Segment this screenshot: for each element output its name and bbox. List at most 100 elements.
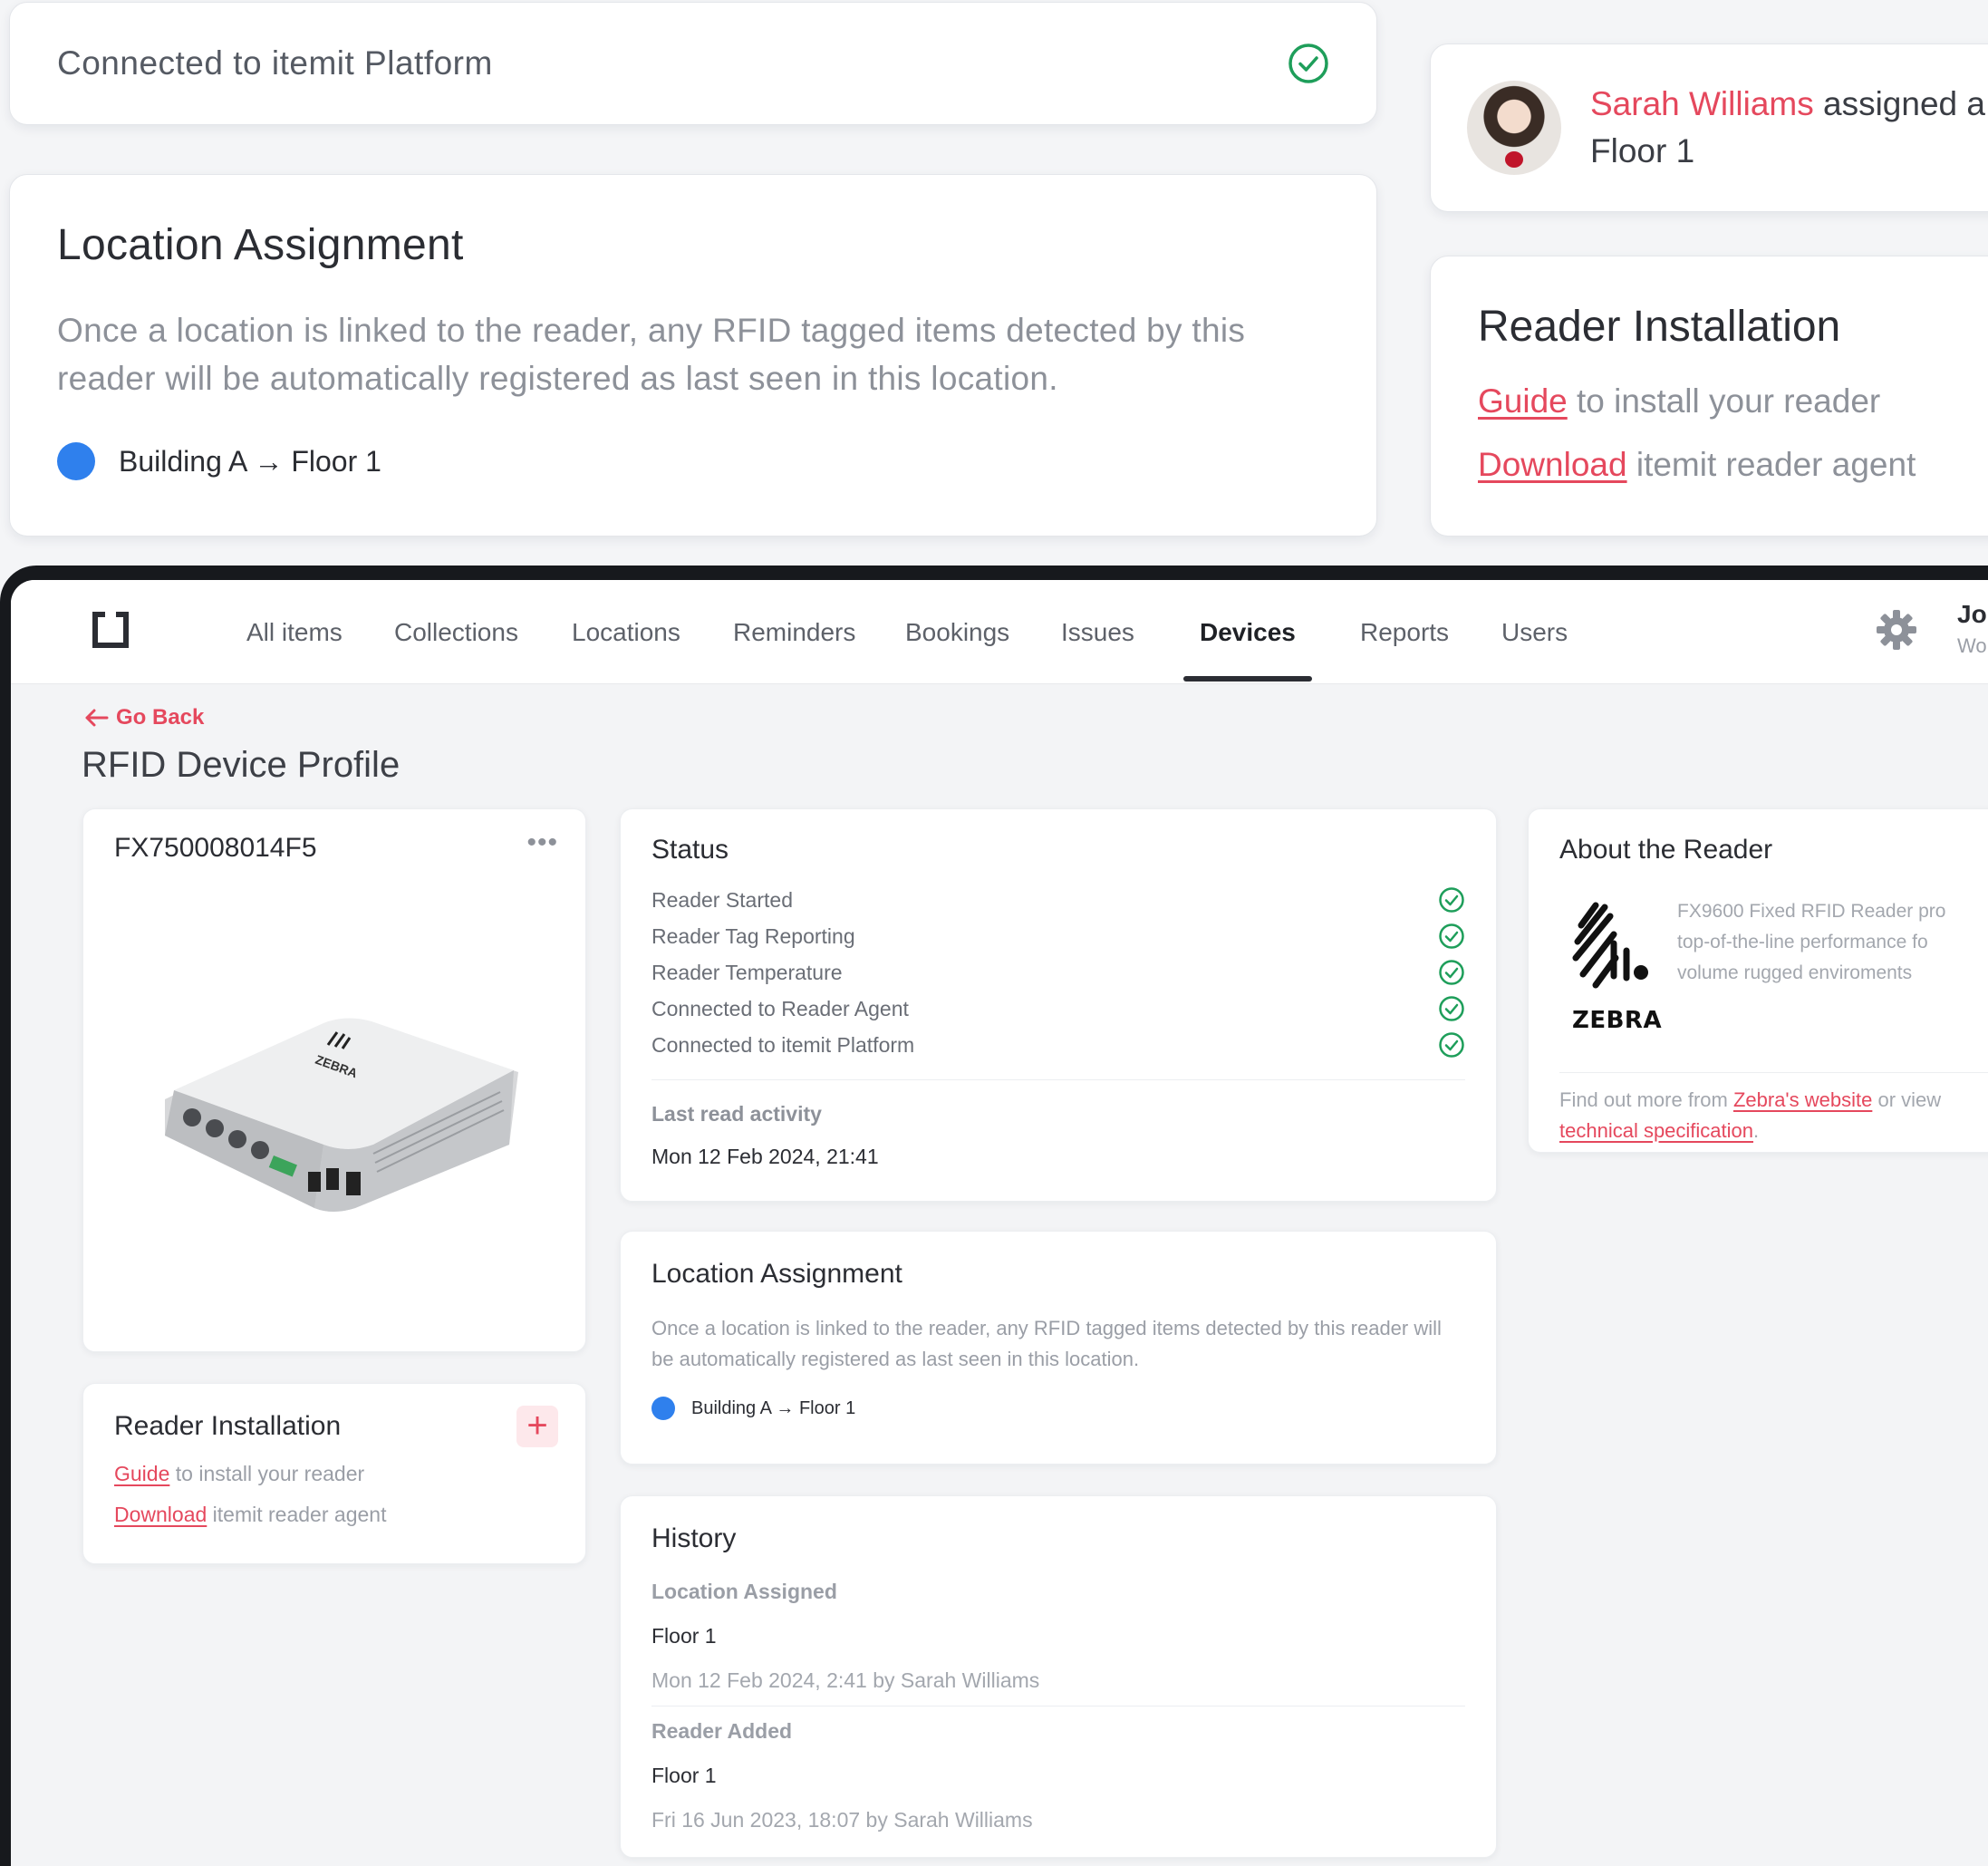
go-back-link[interactable]: Go Back (83, 705, 204, 730)
location-path[interactable]: Building A → Floor 1 (651, 1397, 1465, 1420)
assignment-location: Floor 1 (1590, 132, 1695, 169)
go-back-label: Go Back (116, 705, 205, 730)
rfid-reader-image: ZEBRA (165, 1018, 518, 1212)
zebra-logo-icon (1572, 902, 1648, 989)
about-desc-line: FX9600 Fixed RFID Reader pro (1677, 901, 1946, 922)
about-more-info: Find out more from Zebra's website or vi… (1559, 1085, 1941, 1146)
about-title: About the Reader (1559, 835, 1773, 865)
nav-locations[interactable]: Locations (572, 618, 680, 647)
status-label: Reader Started (651, 887, 793, 912)
check-circle-icon (1439, 923, 1464, 949)
status-card: Status Reader Started Reader Tag Reportin… (620, 808, 1497, 1202)
history-entry-meta: Mon 12 Feb 2024, 2:41 by Sarah Williams (651, 1668, 1040, 1692)
history-title: History (651, 1523, 737, 1553)
zebra-website-link[interactable]: Zebra's website (1733, 1088, 1872, 1111)
status-label: Connected to itemit Platform (651, 1032, 915, 1057)
reader-installation-card-large: Reader Installation Guide to install you… (1430, 256, 1988, 537)
divider (651, 1079, 1465, 1080)
more-prefix: Find out more from (1559, 1088, 1733, 1111)
guide-text: to install your reader (1567, 382, 1881, 420)
connected-platform-text: Connected to itemit Platform (57, 44, 493, 82)
last-read-label: Last read activity (651, 1102, 822, 1126)
history-card: History Location Assigned Floor 1 Mon 12… (620, 1495, 1497, 1858)
nav-reminders[interactable]: Reminders (733, 618, 855, 647)
active-tab-indicator (1183, 676, 1312, 682)
about-desc-line: top-of-the-line performance fo (1677, 932, 1928, 952)
assigner-name[interactable]: Sarah Williams (1590, 85, 1814, 122)
more-icon[interactable]: ••• (526, 827, 558, 858)
location-path-text: Building A → Floor 1 (691, 1397, 856, 1418)
guide-link[interactable]: Guide (114, 1462, 169, 1485)
location-assignment-description: Once a location is linked to the reader,… (57, 312, 1246, 397)
nav-devices[interactable]: Devices (1200, 618, 1296, 647)
status-title: Status (651, 835, 729, 865)
check-circle-icon (1439, 1032, 1464, 1058)
location-assignment-description: Once a location is linked to the reader,… (651, 1317, 1442, 1370)
zebra-brand: ZEBRA (1572, 1007, 1663, 1034)
status-label: Reader Tag Reporting (651, 923, 855, 948)
status-row: Reader Tag Reporting (651, 918, 1465, 954)
more-suffix: . (1753, 1119, 1760, 1142)
location-path[interactable]: Building A → Floor 1 (57, 442, 1329, 480)
history-entry-value: Floor 1 (651, 1764, 717, 1787)
download-link[interactable]: Download (114, 1503, 207, 1526)
guide-link[interactable]: Guide (1478, 382, 1568, 420)
history-entry: Location Assigned Floor 1 Mon 12 Feb 202… (651, 1580, 1465, 1693)
status-row: Reader Started (651, 882, 1465, 918)
device-id: FX750008014F5 (114, 833, 317, 863)
divider (1559, 1072, 1988, 1073)
reader-installation-card: Reader Installation + Guide to install y… (82, 1383, 586, 1564)
check-circle-icon (1288, 44, 1328, 83)
nav-all-items[interactable]: All items (246, 618, 343, 647)
location-dot-icon (651, 1397, 675, 1420)
status-row: Reader Temperature (651, 954, 1465, 991)
status-row: Connected to itemit Platform (651, 1027, 1465, 1063)
location-assignment-card-large: Location Assignment Once a location is l… (9, 174, 1377, 537)
history-entry-value: Floor 1 (651, 1624, 717, 1648)
last-read-value: Mon 12 Feb 2024, 21:41 (651, 1145, 879, 1168)
reader-installation-title: Reader Installation (114, 1411, 342, 1441)
top-navbar: All items Collections Locations Reminder… (11, 580, 1988, 684)
nav-collections[interactable]: Collections (394, 618, 518, 647)
nav-reports[interactable]: Reports (1360, 618, 1449, 647)
technical-spec-link[interactable]: technical specification (1559, 1119, 1753, 1142)
status-list: Reader Started Reader Tag Reporting Reader… (651, 882, 1465, 1063)
location-path-text: Building A → Floor 1 (119, 444, 381, 478)
app-logo[interactable] (92, 612, 129, 648)
about-description: FX9600 Fixed RFID Reader pro top-of-the-… (1677, 896, 1988, 989)
arrow-left-icon (85, 709, 109, 727)
status-row: Connected to Reader Agent (651, 991, 1465, 1027)
user-name[interactable]: Jol (1957, 600, 1988, 629)
about-desc-line: volume rugged enviroments (1677, 962, 1913, 983)
check-circle-icon (1439, 996, 1464, 1021)
reader-installation-title: Reader Installation (1478, 303, 1841, 351)
history-entry: Reader Added Floor 1 Fri 16 Jun 2023, 18… (651, 1719, 1465, 1832)
app-screen: All items Collections Locations Reminder… (11, 580, 1988, 1866)
history-entry-label: Location Assigned (651, 1580, 837, 1603)
check-circle-icon (1439, 887, 1464, 913)
nav-issues[interactable]: Issues (1061, 618, 1134, 647)
guide-text: to install your reader (169, 1462, 365, 1485)
assignment-notification: Sarah Williams assigned a Floor 1 (1430, 44, 1988, 212)
device-card: FX750008014F5 ••• ZEBRA (82, 808, 586, 1352)
nav-bookings[interactable]: Bookings (905, 618, 1009, 647)
user-org: Wor (1957, 634, 1988, 657)
status-label: Connected to Reader Agent (651, 996, 909, 1020)
status-label: Reader Temperature (651, 960, 843, 984)
gear-icon[interactable] (1874, 607, 1919, 653)
plus-icon[interactable]: + (516, 1406, 558, 1447)
location-assignment-card: Location Assignment Once a location is l… (620, 1231, 1497, 1465)
location-assignment-title: Location Assignment (651, 1259, 902, 1289)
avatar (1467, 81, 1561, 175)
download-text: itemit reader agent (1626, 446, 1916, 483)
location-dot-icon (57, 442, 95, 480)
nav-users[interactable]: Users (1501, 618, 1568, 647)
location-assignment-title: Location Assignment (57, 221, 464, 269)
page-title: RFID Device Profile (82, 745, 400, 785)
about-reader-card: About the Reader ZEBRA FX9600 Fixed RFID… (1528, 808, 1988, 1153)
more-middle: or view (1872, 1088, 1942, 1111)
assignment-action: assigned a (1823, 85, 1985, 122)
history-entry-meta: Fri 16 Jun 2023, 18:07 by Sarah Williams (651, 1808, 1033, 1832)
check-circle-icon (1439, 960, 1464, 985)
download-link[interactable]: Download (1478, 446, 1627, 483)
